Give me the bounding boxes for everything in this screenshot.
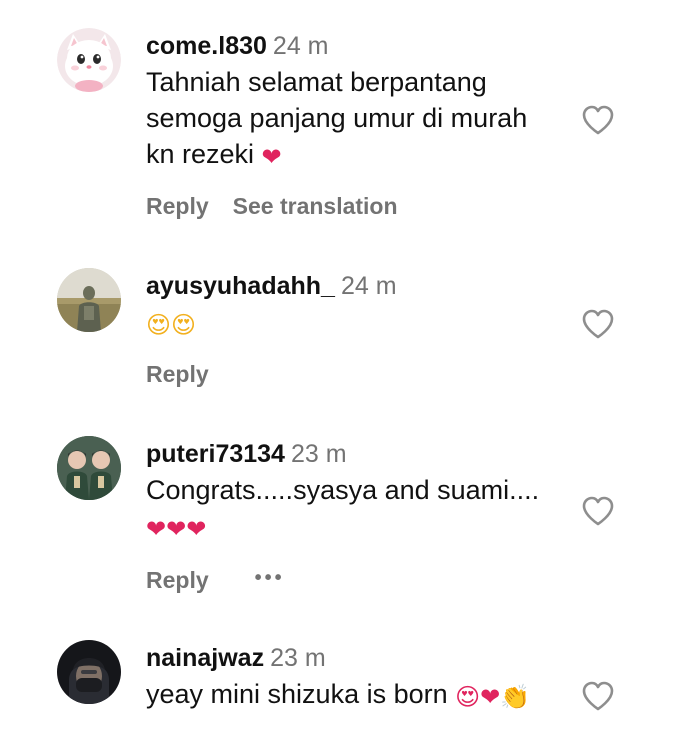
reply-button[interactable]: Reply [146,193,209,219]
comment-time: 24 m [340,272,397,300]
comment-username[interactable]: nainajwaz [146,644,264,672]
comment-text-line-content: yeay mini shizuka is born [146,679,456,709]
comment-actions: Reply See translation [146,192,398,220]
comment-text-line: semoga panjang umur di murah [146,103,528,133]
comment-text: yeay mini shizuka is born 😍❤👏 [146,676,566,715]
comment-time: 24 m [272,32,329,60]
see-translation-button[interactable]: See translation [233,193,398,219]
like-heart-icon[interactable] [581,104,615,136]
like-heart-icon[interactable] [581,680,615,712]
twin-children-avatar-icon [57,436,121,500]
comment-text: Congrats.....syasya and suami.... ❤❤❤ [146,472,566,547]
like-heart-icon[interactable] [581,308,615,340]
masked-person-avatar-icon [57,640,121,704]
avatar[interactable] [57,28,121,92]
like-heart-icon[interactable] [581,495,615,527]
comment-text: 😍😍 [146,304,566,343]
comment-text-line: Tahniah selamat berpantang [146,67,487,97]
avatar[interactable] [57,436,121,500]
white-kitten-avatar-icon [57,28,121,92]
comment-actions: Reply [146,360,209,388]
comment-username[interactable]: come.l830 [146,32,267,60]
heart-eyes-emoji: 😍😍 [146,311,197,339]
comment-text-line: ❤❤❤ [146,508,566,547]
comment-text-line: kn rezeki ❤ [146,136,566,175]
comment-username[interactable]: puteri73134 [146,440,285,468]
comment-text-line: Congrats.....syasya and suami.... [146,475,540,505]
avatar[interactable] [57,640,121,704]
heart-emoji: ❤❤❤ [146,515,207,543]
comment-text-line: yeay mini shizuka is born 😍❤👏 [146,676,566,715]
reply-button[interactable]: Reply [146,361,209,387]
emoji-group: 😍❤👏 [455,683,531,711]
comment-item: come.l830 24 m Tahniah selamat berpantang… [0,0,678,240]
comment-time: 23 m [270,644,326,672]
comment-text: Tahniah selamat berpantang semoga panjan… [146,64,566,175]
reply-button[interactable]: Reply [146,567,209,593]
comment-actions: Reply ••• [146,564,285,594]
comment-text-line-content: kn rezeki [146,139,262,169]
comment-username[interactable]: ayusyuhadahh_ [146,272,335,300]
more-options-icon[interactable]: ••• [255,564,285,592]
comment-time: 23 m [290,440,347,468]
person-in-field-avatar-icon [57,268,121,332]
avatar[interactable] [57,268,121,332]
heart-emoji: ❤ [261,143,282,171]
